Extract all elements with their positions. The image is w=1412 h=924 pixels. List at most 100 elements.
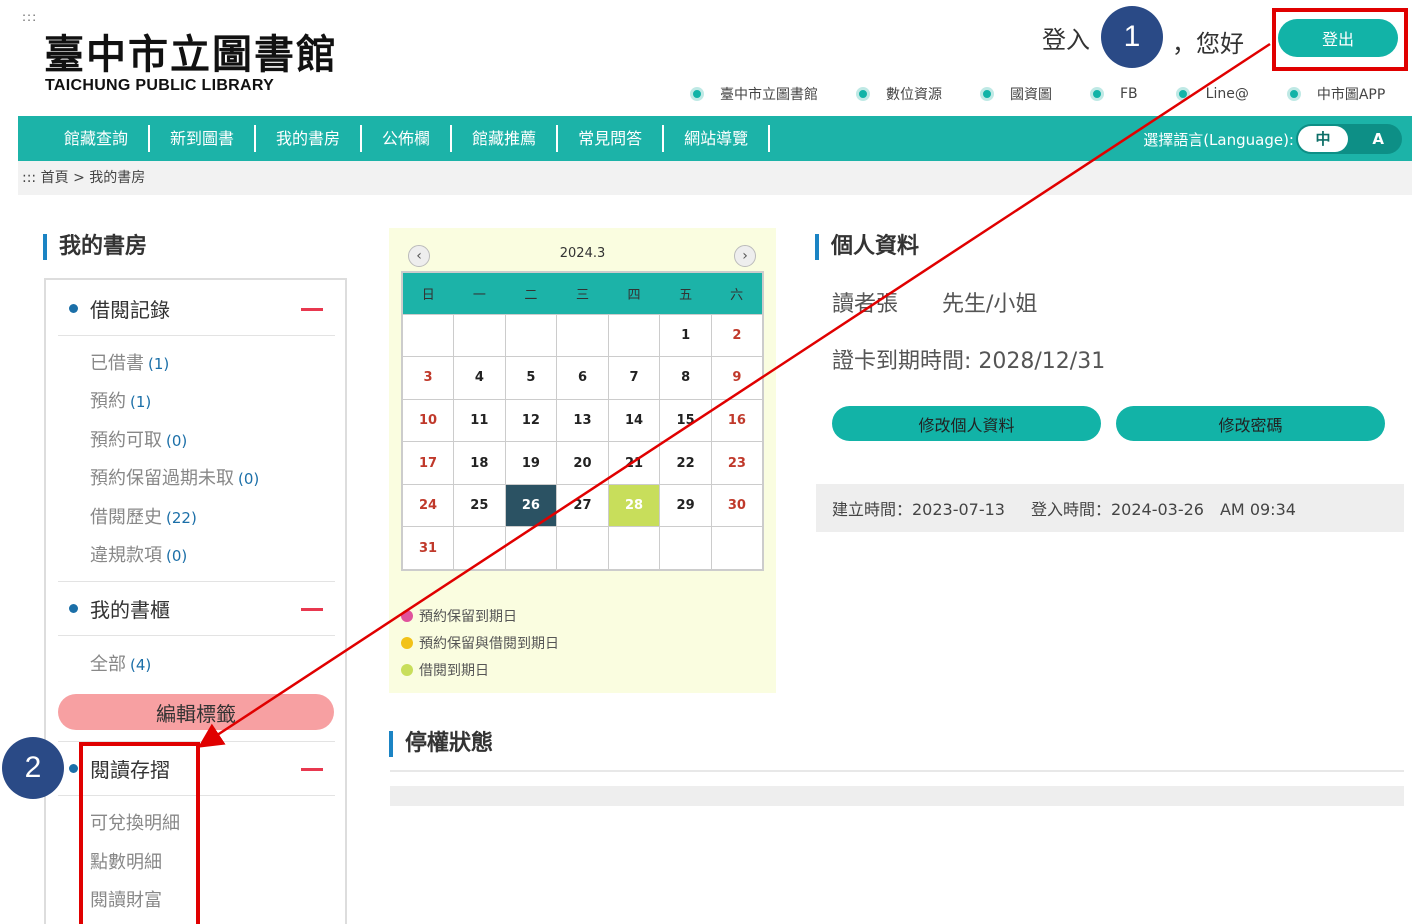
chevron-right-icon[interactable]: › [734,245,756,267]
calendar-day[interactable]: 30 [710,483,764,528]
quicklink-nlpi[interactable]: 國資圖 [980,84,1052,104]
calendar-day[interactable]: 14 [607,398,661,443]
sidebar-item-ready-pickup[interactable]: 預約可取 (0) [90,426,187,452]
weekday-header: 二 [505,272,557,314]
calendar-empty-cell [710,526,764,571]
calendar-day[interactable]: 7 [607,356,661,400]
login-time: 登入時間：2024-03-26 AM 09:34 [1031,500,1296,519]
item-label: 預約 [90,391,126,412]
library-logo-en: TAICHUNG PUBLIC LIBRARY [45,77,275,94]
calendar-day[interactable]: 9 [710,356,764,400]
language-label: 選擇語言(Language): [1143,131,1294,149]
sidebar-item-reservations[interactable]: 預約 (1) [90,387,151,413]
quicklink-fb[interactable]: FB [1090,84,1138,104]
weekday-header: 三 [556,272,609,314]
legend-label: 預約保留到期日 [419,609,517,625]
sidebar-item-fines[interactable]: 違規款項 (0) [90,541,187,567]
nav-recommend[interactable]: 館藏推薦 [452,125,559,152]
calendar-day[interactable]: 27 [556,483,609,528]
created-time: 建立時間：2023-07-13 [832,500,1005,519]
bullet-icon [69,764,78,773]
item-label: 預約保留過期未取 [90,468,234,489]
calendar-day[interactable]: 10 [401,398,455,443]
honorific: 先生/小姐 [942,292,1038,317]
nav-new-books[interactable]: 新到圖書 [150,125,257,152]
calendar-day[interactable]: 12 [504,398,558,443]
skip-link[interactable]: ::: [22,10,37,24]
calendar-day[interactable]: 2 [710,313,764,358]
calendar-panel: ‹ 2024.3 › 日一二三四五六 1 2 3 4 5 6 7 8 9 10 11 12 13 14 15… [389,228,776,693]
calendar-day[interactable]: 16 [710,398,764,443]
calendar-day[interactable]: 11 [453,398,506,443]
calendar-day[interactable]: 21 [607,441,661,485]
calendar-day[interactable]: 25 [453,483,506,528]
calendar-day[interactable]: 3 [401,356,455,400]
calendar-empty-cell [504,526,558,571]
calendar-day[interactable]: 4 [453,356,506,400]
edit-password-button[interactable]: 修改密碼 [1116,406,1385,441]
quick-links: 臺中市立圖書館 數位資源 國資圖 FB Line@ 中市圖APP [690,84,1385,104]
quicklink-library[interactable]: 臺中市立圖書館 [690,84,818,104]
calendar-day[interactable]: 26 [504,483,558,528]
greeting-hello-label: ，您好 [1172,30,1244,58]
calendar-day[interactable]: 8 [659,356,712,400]
collapse-minus-icon[interactable] [301,608,323,611]
sidebar-item-borrowed[interactable]: 已借書 (1) [90,349,169,375]
edit-profile-button[interactable]: 修改個人資料 [832,406,1101,441]
quicklink-label: 臺中市立圖書館 [720,87,818,103]
sidebar-item-expired-holds[interactable]: 預約保留過期未取 (0) [90,464,259,490]
edit-tags-button[interactable]: 編輯標籤 [58,694,334,730]
collapse-minus-icon[interactable] [301,308,323,311]
group-borrow-records[interactable]: 借閱記錄 [58,282,335,336]
nav-sitemap[interactable]: 網站導覽 [664,125,771,152]
quicklink-label: FB [1120,86,1138,102]
logout-button[interactable]: 登出 [1278,19,1398,57]
calendar-day[interactable]: 20 [556,441,609,485]
calendar-day[interactable]: 24 [401,483,455,528]
calendar-day[interactable]: 31 [401,526,455,571]
breadcrumb-home[interactable]: 首頁 [41,170,69,186]
group-my-shelf[interactable]: 我的書櫃 [58,582,335,636]
bullet-icon [690,87,704,101]
language-en-option[interactable]: A [1372,126,1384,152]
item-count: (0) [238,470,260,488]
sidebar-item-shelf-all[interactable]: 全部 (4) [90,650,151,676]
bullet-icon [856,87,870,101]
calendar-day[interactable]: 23 [710,441,764,485]
calendar-day[interactable]: 18 [453,441,506,485]
sidebar-item-history[interactable]: 借閱歷史 (22) [90,503,197,529]
quicklink-app[interactable]: 中市圖APP [1286,84,1385,104]
profile-name: 讀者張 先生/小姐 [832,286,1037,318]
language-toggle[interactable]: 中 A [1296,124,1402,154]
nav-my-library[interactable]: 我的書房 [256,125,363,152]
calendar-day[interactable]: 13 [556,398,609,443]
collapse-minus-icon[interactable] [301,768,323,771]
item-label: 已借書 [90,353,144,374]
item-label: 預約可取 [90,430,162,451]
nav-bulletin[interactable]: 公佈欄 [362,125,453,152]
calendar-day[interactable]: 1 [659,313,712,358]
calendar-day[interactable]: 15 [659,398,712,443]
legend-label: 借閱到期日 [419,663,489,679]
calendar-day[interactable]: 19 [504,441,558,485]
weekday-header: 日 [402,272,454,314]
nav-catalog-search[interactable]: 館藏查詢 [44,125,151,152]
item-count: (4) [130,656,152,674]
calendar-day[interactable]: 28 [607,483,661,528]
quicklink-digital[interactable]: 數位資源 [856,84,942,104]
quicklink-line[interactable]: Line@ [1175,84,1249,104]
calendar-day[interactable]: 17 [401,441,455,485]
suspension-status-bar [390,786,1404,806]
calendar-day[interactable]: 5 [504,356,558,400]
language-zh-option[interactable]: 中 [1298,126,1348,152]
divider [390,770,1404,772]
calendar-day[interactable]: 22 [659,441,712,485]
calendar-day[interactable]: 29 [659,483,712,528]
breadcrumb-dots: ::: [22,170,37,186]
nav-faq[interactable]: 常見問答 [558,125,665,152]
item-label: 違規款項 [90,545,162,566]
legend-hold-and-borrow-due: 預約保留與借閱到期日 [401,633,559,653]
calendar-day[interactable]: 6 [556,356,609,400]
weekday-header: 一 [453,272,506,314]
library-logo[interactable]: 臺中市立圖書館 [44,22,338,80]
